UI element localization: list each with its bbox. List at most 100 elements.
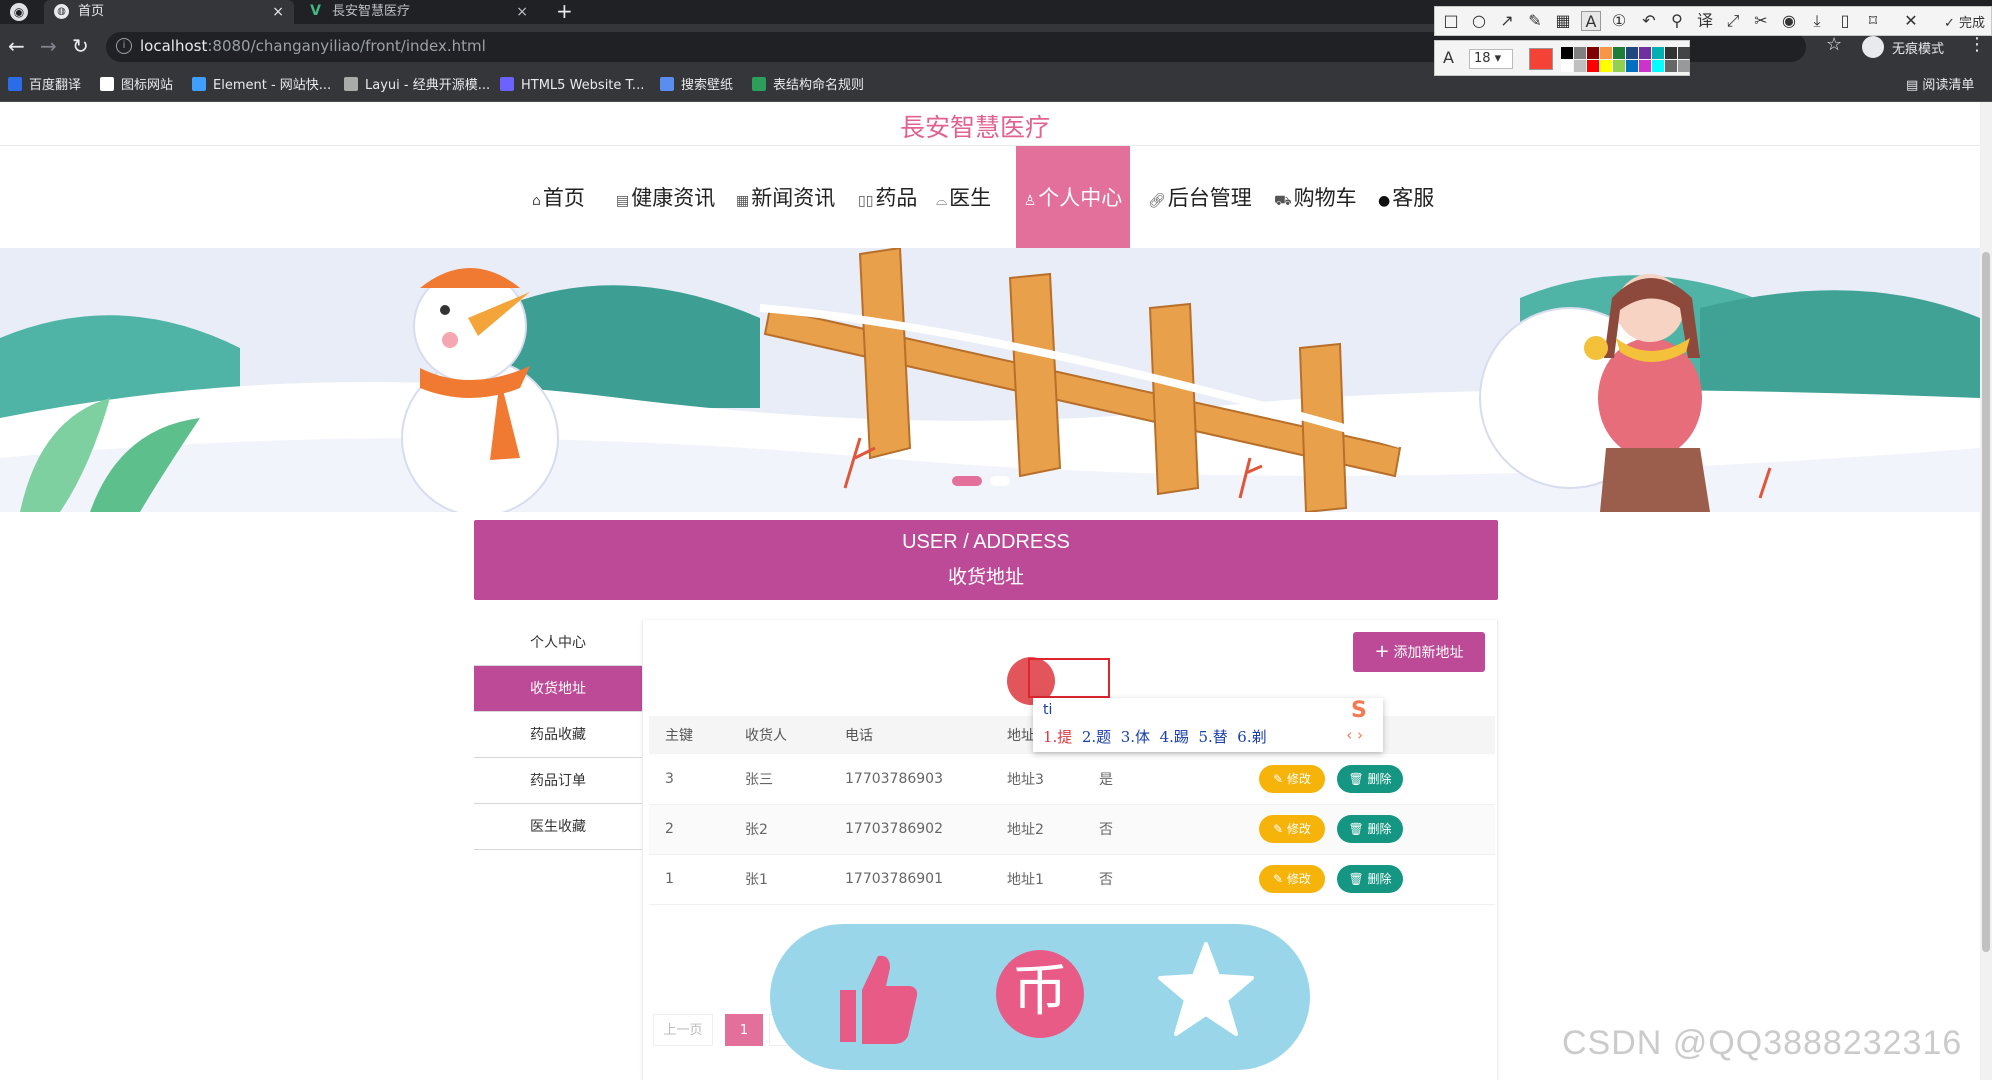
bookmark-item[interactable]: 图标网站	[100, 70, 173, 102]
side-item-medicine-favorites[interactable]: 药品收藏	[474, 712, 642, 758]
color-swatch[interactable]	[1600, 60, 1612, 72]
bookmark-item[interactable]: 百度翻译	[8, 70, 81, 102]
delete-button[interactable]: 🗑︎ 删除	[1337, 865, 1403, 893]
number-tool-icon[interactable]: ①	[1609, 11, 1629, 31]
color-swatch[interactable]	[1587, 47, 1599, 59]
star-icon[interactable]	[1156, 940, 1256, 1040]
forward-icon[interactable]: →	[40, 34, 57, 58]
tab-changan[interactable]: V 長安智慧医疗 ×	[298, 0, 538, 24]
edit-button[interactable]: ✎ 修改	[1259, 865, 1325, 893]
banner-carousel[interactable]	[0, 248, 1980, 512]
edit-button[interactable]: ✎ 修改	[1259, 815, 1325, 843]
undo-icon[interactable]: ↶	[1639, 11, 1659, 31]
color-swatch[interactable]	[1652, 60, 1664, 72]
download-icon[interactable]: ⤓	[1807, 11, 1827, 31]
color-swatch[interactable]	[1613, 47, 1625, 59]
color-swatch[interactable]	[1626, 47, 1638, 59]
color-swatch[interactable]	[1600, 47, 1612, 59]
nav-item-service[interactable]: ●客服	[1378, 146, 1434, 250]
expand-icon[interactable]: ⤢	[1723, 11, 1743, 31]
ime-candidate[interactable]: 5.替	[1198, 728, 1227, 746]
side-item-medicine-orders[interactable]: 药品订单	[474, 758, 642, 804]
scrollbar-thumb[interactable]	[1982, 252, 1990, 952]
thumbs-up-icon[interactable]	[830, 950, 920, 1046]
delete-button[interactable]: 🗑︎ 删除	[1337, 764, 1403, 793]
side-item-user-center[interactable]: 个人中心	[474, 620, 642, 666]
new-tab-button[interactable]: +	[556, 0, 573, 22]
ime-candidate[interactable]: 3.体	[1121, 728, 1150, 746]
snip-tools-row: □ ○ ↗ ✎ ▦ A ① ↶ ⚲ 译 ⤢ ✂ ◉ ⤓ ▯ ⌑ ✕ ✓ 完成	[1434, 6, 1992, 36]
ellipse-tool-icon[interactable]: ○	[1469, 11, 1489, 31]
tab-close-icon[interactable]: ×	[272, 0, 284, 24]
delete-button[interactable]: 🗑︎ 删除	[1337, 815, 1403, 843]
page-button-current[interactable]: 1	[725, 1014, 763, 1046]
back-icon[interactable]: ←	[8, 34, 25, 58]
mosaic-tool-icon[interactable]: ▦	[1553, 11, 1573, 31]
pen-tool-icon[interactable]: ✎	[1525, 11, 1545, 31]
bookmark-icon[interactable]: ⌑	[1863, 11, 1883, 31]
ime-candidate[interactable]: 1.提	[1043, 728, 1072, 746]
ime-candidate[interactable]: 2.题	[1082, 728, 1111, 746]
add-address-button[interactable]: + 添加新地址	[1353, 632, 1485, 672]
done-button[interactable]: ✓ 完成	[1944, 12, 1985, 31]
nav-item-home[interactable]: ⌂首页	[532, 146, 585, 250]
extract-icon[interactable]: ✂	[1751, 11, 1771, 31]
text-tool-icon[interactable]: A	[1581, 11, 1601, 31]
info-icon[interactable]: i	[116, 38, 132, 54]
like-coin-favorite-overlay: 币	[770, 924, 1310, 1070]
bookmark-item[interactable]: Layui - 经典开源模...	[344, 70, 490, 102]
translate-icon[interactable]: 译	[1695, 11, 1715, 31]
color-swatch[interactable]	[1665, 60, 1677, 72]
nav-item-doctor[interactable]: ⌓医生	[936, 146, 991, 250]
color-palette	[1561, 47, 1690, 73]
prev-page-button[interactable]: 上一页	[653, 1014, 713, 1046]
arrow-tool-icon[interactable]: ↗	[1497, 11, 1517, 31]
color-swatch[interactable]	[1613, 60, 1625, 72]
page-scrollbar[interactable]	[1980, 102, 1992, 1080]
tab-home[interactable]: ◍ 首页 ×	[44, 0, 294, 24]
tab-close-icon[interactable]: ×	[516, 0, 528, 24]
color-swatch[interactable]	[1626, 60, 1638, 72]
save-icon[interactable]: ▯	[1835, 11, 1855, 31]
side-item-address[interactable]: 收货地址	[474, 666, 642, 712]
color-swatch[interactable]	[1639, 60, 1651, 72]
nav-item-health-news[interactable]: ▤健康资讯	[616, 146, 715, 250]
color-swatch[interactable]	[1587, 60, 1599, 72]
color-swatch[interactable]	[1665, 47, 1677, 59]
coin-icon[interactable]: 币	[996, 950, 1084, 1038]
nav-item-cart[interactable]: ⛟购物车	[1274, 146, 1357, 250]
section-title-en: USER / ADDRESS	[902, 531, 1070, 553]
color-swatch[interactable]	[1574, 47, 1586, 59]
rectangle-tool-icon[interactable]: □	[1441, 11, 1461, 31]
color-swatch[interactable]	[1678, 60, 1690, 72]
color-swatch[interactable]	[1561, 47, 1573, 59]
side-item-doctor-favorites[interactable]: 医生收藏	[474, 804, 642, 850]
nav-item-medicine[interactable]: ▯▯药品	[858, 146, 917, 250]
reload-icon[interactable]: ↻	[72, 34, 89, 58]
bookmark-item[interactable]: 搜索壁纸	[660, 70, 733, 102]
color-swatch[interactable]	[1574, 60, 1586, 72]
pin-icon[interactable]: ⚲	[1667, 11, 1687, 31]
bookmark-item[interactable]: 表结构命名规则	[752, 70, 864, 102]
font-size-select[interactable]: 18 ▾	[1469, 49, 1513, 69]
color-swatch[interactable]	[1561, 60, 1573, 72]
color-swatch[interactable]	[1639, 47, 1651, 59]
table-row: 3 张三 17703786903 地址3 是 ✎ 修改 🗑︎ 删除	[649, 754, 1495, 805]
close-icon[interactable]: ✕	[1901, 11, 1921, 31]
ime-candidate[interactable]: 4.踢	[1160, 728, 1189, 746]
bookmark-item[interactable]: Element - 网站快...	[192, 70, 331, 102]
record-icon[interactable]: ◉	[1779, 11, 1799, 31]
ime-page-arrows-icon[interactable]: ‹ ›	[1346, 726, 1363, 744]
nav-item-admin[interactable]: 🔗︎后台管理	[1148, 146, 1252, 250]
color-swatch[interactable]	[1678, 47, 1690, 59]
nav-item-news[interactable]: ▦新闻资讯	[736, 146, 835, 250]
current-color-swatch[interactable]	[1529, 48, 1553, 70]
tab-title: 長安智慧医疗	[332, 4, 411, 19]
ime-candidate[interactable]: 6.剃	[1237, 728, 1266, 746]
bookmark-item[interactable]: HTML5 Website T...	[500, 70, 644, 102]
annotation-box	[1028, 658, 1110, 698]
nav-item-user-center[interactable]: ♙个人中心	[1016, 146, 1130, 250]
edit-button[interactable]: ✎ 修改	[1259, 764, 1325, 793]
main-nav: ⌂首页 ▤健康资讯 ▦新闻资讯 ▯▯药品 ⌓医生 ♙个人中心 🔗︎后台管理 ⛟购…	[0, 146, 1980, 250]
color-swatch[interactable]	[1652, 47, 1664, 59]
